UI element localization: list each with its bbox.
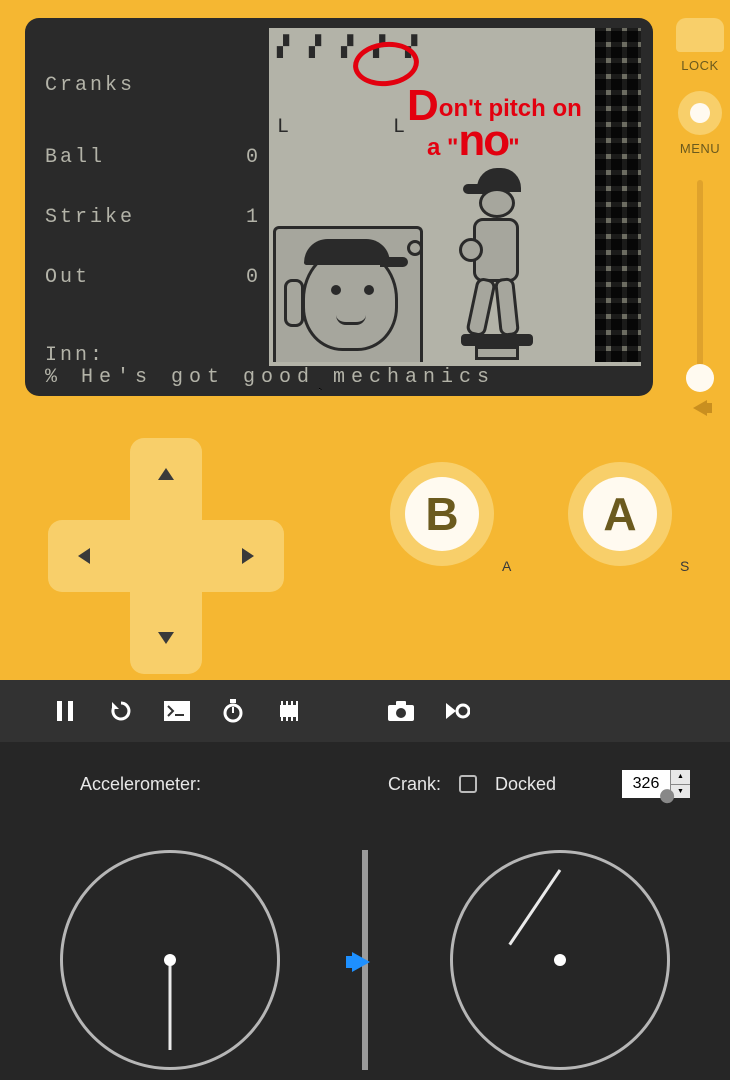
strike-label: Strike bbox=[45, 208, 135, 228]
dpad-up-icon[interactable] bbox=[158, 468, 174, 480]
track-marker-icon[interactable] bbox=[352, 952, 370, 972]
simulator-toolbar bbox=[0, 680, 730, 742]
accelerometer-vertical-track[interactable] bbox=[362, 850, 368, 1070]
annotation-text: Don't pitch on a "no" bbox=[407, 86, 582, 164]
game-hud: Cranks Ball0 Strike1 Out0 Inn: 1 Home 0 … bbox=[37, 28, 269, 390]
dpad-down-icon[interactable] bbox=[158, 632, 174, 644]
a-button[interactable]: A bbox=[568, 462, 672, 566]
a-key-hint: S bbox=[680, 558, 689, 574]
coach-portrait bbox=[273, 226, 423, 362]
ball-value: 0 bbox=[246, 148, 261, 168]
docked-label: Docked bbox=[495, 774, 556, 795]
console-icon[interactable] bbox=[164, 698, 190, 724]
crank-dial[interactable] bbox=[450, 850, 670, 1070]
b-key-hint: A bbox=[502, 558, 511, 574]
dpad[interactable] bbox=[48, 438, 284, 674]
volume-thumb[interactable] bbox=[686, 364, 714, 392]
a-button-label: A bbox=[583, 477, 657, 551]
accelerometer-dial[interactable] bbox=[60, 850, 280, 1070]
lcd-screen: Cranks Ball0 Strike1 Out0 Inn: 1 Home 0 … bbox=[37, 28, 641, 390]
b-button-label: B bbox=[405, 477, 479, 551]
crank-angle-field[interactable]: ▲▼ bbox=[622, 770, 690, 798]
record-icon[interactable] bbox=[444, 698, 470, 724]
spin-up-icon[interactable]: ▲ bbox=[671, 770, 690, 785]
stopwatch-icon[interactable] bbox=[220, 698, 246, 724]
screen-bezel: Cranks Ball0 Strike1 Out0 Inn: 1 Home 0 … bbox=[25, 18, 653, 396]
memory-icon[interactable] bbox=[276, 698, 302, 724]
hud-title: Cranks bbox=[45, 76, 261, 96]
dials-area bbox=[0, 850, 730, 1080]
camera-icon[interactable] bbox=[388, 698, 414, 724]
lock-label: LOCK bbox=[670, 58, 730, 73]
pause-icon[interactable] bbox=[52, 698, 78, 724]
b-button[interactable]: B bbox=[390, 462, 494, 566]
out-value: 0 bbox=[246, 268, 261, 288]
restart-icon[interactable] bbox=[108, 698, 134, 724]
simulator-panel: Accelerometer: Crank: Docked ▲▼ bbox=[0, 680, 730, 1080]
lock-button[interactable] bbox=[676, 18, 724, 52]
dpad-right-icon[interactable] bbox=[242, 548, 254, 564]
out-label: Out bbox=[45, 268, 90, 288]
baseball-icon bbox=[407, 240, 423, 256]
controls-row: Accelerometer: Crank: Docked ▲▼ bbox=[0, 742, 730, 798]
speaker-icon bbox=[693, 400, 707, 416]
ball-label: Ball bbox=[45, 148, 105, 168]
menu-dot-icon bbox=[690, 103, 710, 123]
menu-button[interactable] bbox=[678, 91, 722, 135]
volume-slider[interactable] bbox=[697, 180, 703, 390]
commentary-ticker: % He's got good mechanics bbox=[37, 366, 641, 390]
crowd-strip bbox=[595, 28, 641, 362]
accelerometer-label: Accelerometer: bbox=[80, 774, 201, 795]
batter-sprite bbox=[431, 168, 541, 358]
strike-value: 1 bbox=[246, 208, 261, 228]
menu-label: MENU bbox=[670, 141, 730, 156]
action-buttons: B A A S bbox=[390, 462, 690, 602]
inning-label: Inn: bbox=[45, 346, 261, 366]
docked-checkbox[interactable] bbox=[459, 775, 477, 793]
dpad-left-icon[interactable] bbox=[78, 548, 90, 564]
crank-label: Crank: bbox=[388, 774, 441, 795]
